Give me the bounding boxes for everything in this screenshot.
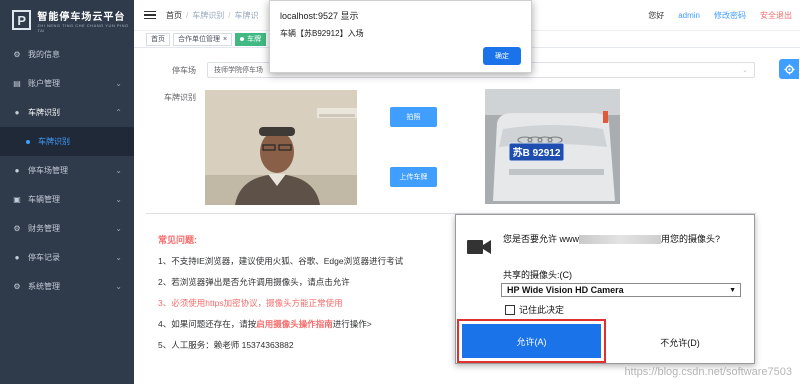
gear-icon: ⚙ <box>13 224 21 233</box>
username-link[interactable]: admin <box>678 11 700 20</box>
faq-item-warning: 3、必须使用https加密协议，摄像头方能正常使用 <box>158 298 343 308</box>
chevron-down-icon: ⌄ <box>115 79 122 88</box>
sidebar-item-label: 停车场管理 <box>28 166 68 175</box>
tab-label: 车牌 <box>247 36 262 43</box>
dot-icon <box>26 139 30 144</box>
breadcrumb-item[interactable]: 车牌识别 <box>192 10 224 21</box>
faq-item: 2、若浏览器弹出是否允许调用摄像头，请点击允许 <box>158 277 350 287</box>
chevron-down-icon: ⌄ <box>115 166 122 175</box>
redacted-domain <box>579 235 661 245</box>
change-password-link[interactable]: 修改密码 <box>714 10 746 21</box>
browser-alert-dialog: localhost:9527 显示 车辆【苏B92912】入场 确定 <box>269 0 532 73</box>
logout-link[interactable]: 安全退出 <box>760 10 792 21</box>
faq-item: 4、如果问题还存在，请按启用摄像头操作指南进行操作> <box>158 319 372 329</box>
card-icon: ▣ <box>13 195 21 204</box>
allow-button-highlight: 允许(A) <box>457 319 606 363</box>
breadcrumb-item: 车牌识 <box>234 10 259 20</box>
faq-item: 1、不支持IE浏览器，建议使用火狐、谷歌、Edge浏览器进行考试 <box>158 256 404 266</box>
plate-number-text: 苏B 92912 <box>513 146 561 159</box>
parking-lot-label: 停车场 <box>172 66 196 75</box>
sidebar-item-label: 车牌识别 <box>28 108 60 117</box>
capture-button[interactable]: 拍照 <box>390 107 437 127</box>
sidebar-item-finance[interactable]: ⚙ 财务管理 ⌄ <box>0 214 134 243</box>
sidebar-item-vehicles[interactable]: ▣ 车辆管理 ⌄ <box>0 185 134 214</box>
greeting-text: 您好 <box>648 11 665 20</box>
sidebar-item-label: 财务管理 <box>28 224 60 233</box>
sidebar-item-plate-recognition[interactable]: ● 车牌识别 ⌃ <box>0 98 134 127</box>
person-icon: ● <box>14 108 20 117</box>
breadcrumb-home[interactable]: 首页 <box>166 10 182 21</box>
settings-button[interactable] <box>779 59 799 79</box>
app-title: 智能停车场云平台 <box>37 11 126 23</box>
camera-guide-link[interactable]: 启用摄像头操作指南 <box>256 319 333 329</box>
logo-mark: P <box>12 10 32 30</box>
sidebar-item-label: 停车记录 <box>28 253 60 262</box>
account-icon: ▤ <box>13 79 21 88</box>
alert-ok-button[interactable]: 确定 <box>483 47 521 65</box>
chevron-down-icon: ⌄ <box>115 253 122 262</box>
sidebar-item-label: 账户管理 <box>28 79 60 88</box>
tab-home[interactable]: 首页 <box>146 32 170 46</box>
app-logo[interactable]: P 智能停车场云平台 ZHI NENG TING CHE CHANG YUN P… <box>0 0 134 40</box>
alert-message: 车辆【苏B92912】入场 <box>280 29 364 38</box>
remember-checkbox[interactable] <box>505 304 515 315</box>
gear-icon <box>783 63 795 75</box>
sidebar-item-label: 车牌识别 <box>38 137 70 146</box>
chevron-down-icon: ⌄ <box>742 67 748 74</box>
chevron-up-icon: ⌃ <box>115 108 122 117</box>
sidebar-item-account[interactable]: ▤ 账户管理 ⌄ <box>0 69 134 98</box>
sidebar-item-my-info[interactable]: ⚙ 我的信息 <box>0 40 134 69</box>
active-dot-icon <box>240 37 245 41</box>
tab-label: 合作单位管理 <box>178 36 220 43</box>
sidebar: P 智能停车场云平台 ZHI NENG TING CHE CHANG YUN P… <box>0 0 134 384</box>
app-subtitle: ZHI NENG TING CHE CHANG YUN PING TAI <box>37 22 129 33</box>
camera-permission-dialog: 您是否要允许 www 用您的摄像头? 共享的摄像头:(C) HP Wide Vis… <box>455 214 755 364</box>
chevron-down-icon: ▼ <box>729 286 736 294</box>
tab-partner-management[interactable]: 合作单位管理 × <box>173 32 233 46</box>
parking-lot-value: 技师学院停车场 <box>214 67 263 74</box>
allow-button[interactable]: 允许(A) <box>462 324 601 358</box>
alert-title: localhost:9527 显示 <box>280 11 359 21</box>
camera-icon <box>467 240 491 254</box>
sidebar-item-parking-lot[interactable]: ● 停车场管理 ⌄ <box>0 156 134 185</box>
faq-title: 常见问题: <box>158 235 197 245</box>
breadcrumb: 首页 / 车牌识别 / 车牌识 <box>166 10 259 21</box>
camera-select-value: HP Wide Vision HD Camera <box>507 285 624 295</box>
camera-permission-question: 您是否要允许 www 用您的摄像头? <box>503 234 721 245</box>
close-icon[interactable]: × <box>223 36 227 43</box>
user-icon: ⚙ <box>13 50 21 59</box>
watermark: https://blog.csdn.net/software7503 <box>624 366 792 378</box>
sidebar-item-parking-records[interactable]: ● 停车记录 ⌄ <box>0 243 134 272</box>
faq-item: 5、人工服务：赖老师 15374363882 <box>158 340 294 350</box>
faq-section: 常见问题: 1、不支持IE浏览器，建议使用火狐、谷歌、Edge浏览器进行考试 2… <box>158 233 458 360</box>
shared-camera-label: 共享的摄像头:(C) <box>503 270 572 280</box>
camera-select[interactable]: HP Wide Vision HD Camera ▼ <box>501 283 741 297</box>
chevron-down-icon: ⌄ <box>115 224 122 233</box>
chevron-down-icon: ⌄ <box>115 195 122 204</box>
remember-decision[interactable]: 记住此决定 <box>505 303 564 316</box>
sidebar-item-label: 系统管理 <box>28 282 60 291</box>
plate-recognition-label: 车牌识别 <box>164 93 196 102</box>
person-icon: ● <box>14 166 20 175</box>
sidebar-item-system[interactable]: ⚙ 系统管理 ⌄ <box>0 272 134 301</box>
deny-button[interactable]: 不允许(D) <box>608 324 752 360</box>
tab-label: 首页 <box>151 36 165 43</box>
webcam-preview <box>205 90 357 205</box>
hamburger-icon[interactable] <box>144 10 156 20</box>
captured-car-photo: 苏B 92912 <box>485 89 620 204</box>
gear-icon: ⚙ <box>13 282 21 291</box>
sidebar-item-label: 我的信息 <box>28 50 60 59</box>
sidebar-subitem-plate-recognition[interactable]: 车牌识别 <box>0 127 134 156</box>
tab-plate-recognition[interactable]: 车牌 <box>235 32 267 46</box>
sidebar-item-label: 车辆管理 <box>28 195 60 204</box>
person-icon: ● <box>14 253 20 262</box>
chevron-down-icon: ⌄ <box>115 282 122 291</box>
remember-label: 记住此决定 <box>519 305 565 315</box>
upload-plate-button[interactable]: 上传车牌 <box>390 167 437 187</box>
